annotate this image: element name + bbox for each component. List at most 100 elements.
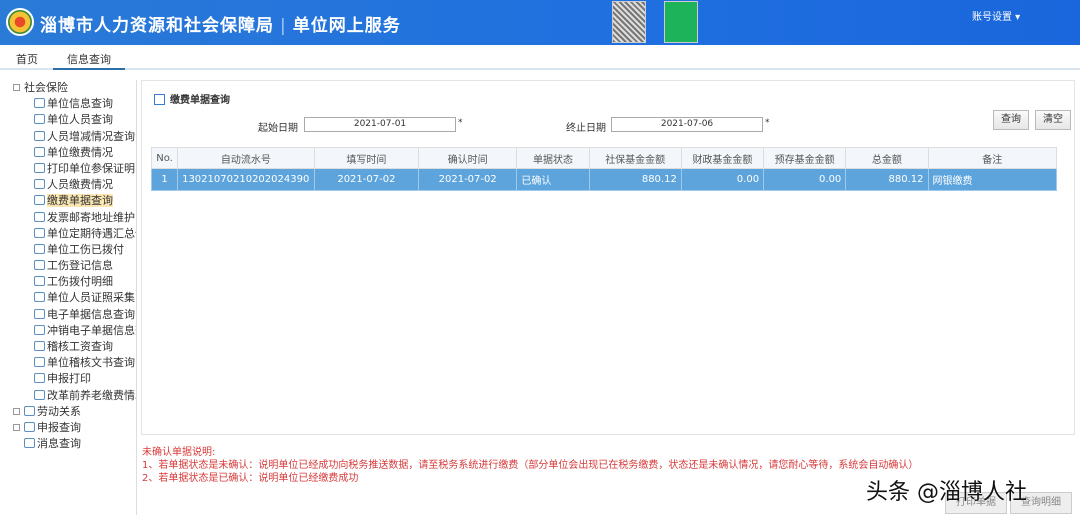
item-icon [34,308,45,319]
edit-icon [154,94,165,105]
tree-node-label: 劳动关系 [37,404,81,418]
sidebar-item[interactable]: 改革前养老缴费情况 [0,388,136,404]
tree-node[interactable]: 劳动关系 [0,404,136,420]
sidebar-item[interactable]: 缴费单据查询 [0,193,136,209]
tree-node[interactable]: 申报查询 [0,420,136,436]
item-icon [34,211,45,222]
table-cell: 880.12 [588,168,682,191]
sidebar-item[interactable]: 人员增减情况查询 [0,129,136,145]
note-line: 2、若单据状态是已确认：说明单位已经缴费成功 [142,473,359,484]
start-date-label: 起始日期 [258,123,298,134]
table-cell: 1 [150,168,179,191]
nav-tabs: 首页 信息查询 [0,45,1080,70]
sidebar-item-label: 单位定期待遇汇总信息 [47,226,136,240]
tree-node[interactable]: 消息查询 [0,436,136,452]
column-header[interactable]: 单据状态 [516,147,590,169]
sidebar-item[interactable]: 工伤登记信息 [0,258,136,274]
item-icon [34,98,45,109]
sidebar-item-label: 改革前养老缴费情况 [47,388,136,402]
column-header[interactable]: No. [150,147,179,169]
sidebar-item-label: 单位缴费情况 [47,145,113,159]
sidebar-item[interactable]: 稽核工资查询 [0,339,136,355]
table-cell: 0.00 [680,168,765,191]
column-header[interactable]: 填写时间 [313,147,420,169]
column-header[interactable]: 总金额 [845,147,929,169]
notes: 未确认单据说明: 1、若单据状态是未确认：说明单位已经成功向税务推送数据，请至税… [142,446,918,485]
query-button[interactable]: 查询 [993,110,1029,130]
sidebar-item-label: 缴费单据查询 [47,194,113,208]
sidebar-item[interactable]: 单位人员查询 [0,112,136,128]
item-icon [34,227,45,238]
note-line: 1、若单据状态是未确认：说明单位已经成功向税务推送数据，请至税务系统进行缴费（部… [142,460,919,471]
sidebar-item-label: 单位人员查询 [47,113,113,127]
item-icon [34,162,45,173]
table-cell: 2021-07-02 [313,168,420,191]
end-date-label: 终止日期 [566,123,606,134]
item-icon [34,373,45,384]
sidebar-item[interactable]: 人员缴费情况 [0,177,136,193]
folder-icon [24,405,35,416]
column-header[interactable]: 预存基金金额 [763,147,847,169]
tab-info-query[interactable]: 信息查询 [53,51,125,70]
expand-icon[interactable] [13,423,20,431]
column-header[interactable]: 财政基金金额 [680,147,765,169]
clear-button[interactable]: 清空 [1035,110,1071,130]
panel-title: 缴费单据查询 [154,91,230,106]
column-header[interactable]: 备注 [927,147,1058,169]
sidebar-item-label: 单位稽核文书查询 [47,356,135,370]
sidebar-item[interactable]: 冲销电子单据信息查询 [0,323,136,339]
sidebar-item-label: 冲销电子单据信息查询 [47,323,136,337]
table-cell: 已确认 [516,168,590,191]
folder-icon [24,421,35,432]
sidebar-item[interactable]: 单位缴费情况 [0,145,136,161]
column-header[interactable]: 确认时间 [418,147,518,169]
table-cell: 0.00 [763,168,847,191]
wechat-qr-image[interactable] [664,1,698,43]
sidebar-item-label: 人员缴费情况 [47,178,113,192]
notes-title: 未确认单据说明: [142,447,216,458]
bureau-logo-icon [6,8,34,36]
sidebar-item[interactable]: 申报打印 [0,371,136,387]
sidebar-item[interactable]: 打印单位参保证明 [0,161,136,177]
item-icon [34,324,45,335]
sidebar-item[interactable]: 单位人员证照采集 [0,290,136,306]
column-header[interactable]: 社保基金金额 [588,147,682,169]
collapse-icon[interactable] [13,84,20,91]
item-icon [34,114,45,125]
column-header[interactable]: 自动流水号 [177,147,315,169]
sidebar-item[interactable]: 单位工伤已拨付 [0,242,136,258]
sidebar-item[interactable]: 工伤拨付明细 [0,274,136,290]
tab-home[interactable]: 首页 [2,51,52,70]
expand-icon[interactable] [13,407,20,415]
tree-node-label: 消息查询 [37,437,81,451]
sidebar-item-label: 电子单据信息查询 [47,307,135,321]
item-icon [34,292,45,303]
item-icon [34,146,45,157]
sidebar-item[interactable]: 电子单据信息查询 [0,307,136,323]
sidebar-item-label: 打印单位参保证明 [47,161,135,175]
account-settings-menu[interactable]: 账号设置 ▾ [972,8,1020,23]
tree-node-social-insurance[interactable]: 社会保险 [0,80,136,96]
results-table: No. 自动流水号 填写时间 确认时间 单据状态 社保基金金额 财政基金金额 预存基金金额 总金… [150,147,1058,191]
sidebar-item[interactable]: 发票邮寄地址维护 [0,210,136,226]
sidebar-item-label: 单位人员证照采集 [47,291,135,305]
sidebar-item-label: 工伤拨付明细 [47,275,113,289]
sidebar-item[interactable]: 单位信息查询 [0,96,136,112]
item-icon [34,341,45,351]
tree-node-label: 申报查询 [37,420,81,434]
sidebar-item[interactable]: 单位定期待遇汇总信息 [0,226,136,242]
sidebar-tree: 社会保险 单位信息查询 单位人员查询人员增减情况查询 单位缴费情况打印单位参保证明人… [0,80,137,515]
sidebar-item-label: 人员增减情况查询 [47,129,135,143]
qr-code-image[interactable] [612,1,646,43]
item-icon [34,179,45,190]
sidebar-item-label: 单位信息查询 [47,97,113,111]
item-icon [34,276,45,287]
sidebar-item-label: 申报打印 [47,372,91,386]
table-row[interactable]: 1 13021070210202024390 2021-07-02 2021-07-0… [150,168,1058,191]
sidebar-item[interactable]: 单位稽核文书查询 [0,355,136,371]
start-date-input[interactable]: 2021-07-01 [304,117,456,132]
required-mark: * [458,118,463,128]
item-icon [34,357,45,368]
end-date-input[interactable]: 2021-07-06 [611,117,763,132]
item-icon [34,389,45,400]
